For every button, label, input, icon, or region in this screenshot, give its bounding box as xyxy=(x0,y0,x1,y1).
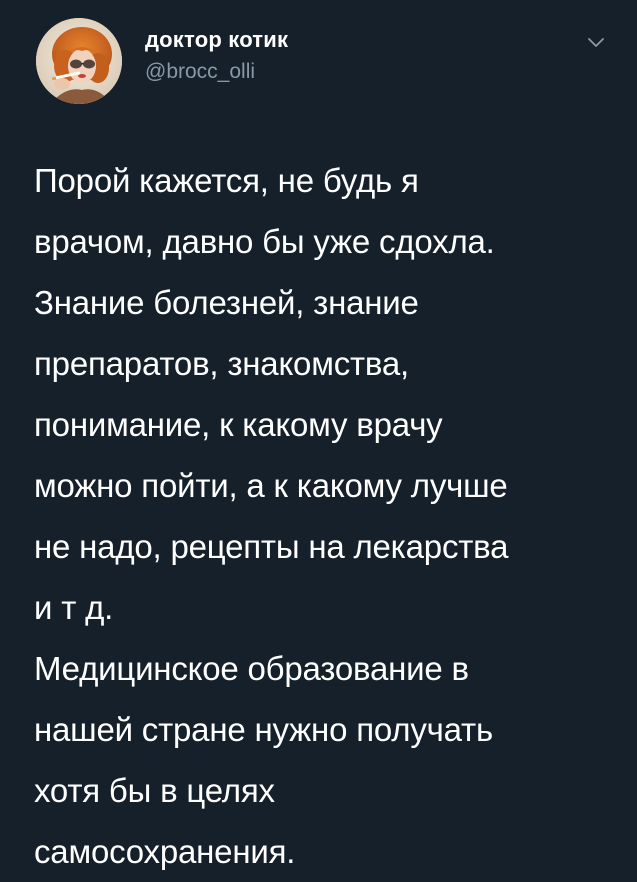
tweet: доктор котик @brocc_olli Порой кажется, … xyxy=(0,0,637,870)
tweet-text-line: нашей стране нужно получать xyxy=(34,711,493,748)
tweet-text-line: Порой кажется, не будь я xyxy=(34,162,419,199)
tweet-text: Порой кажется, не будь я врачом, давно б… xyxy=(34,150,624,882)
avatar-image xyxy=(36,18,122,104)
tweet-text-line: не надо, рецепты на лекарства xyxy=(34,528,509,565)
tweet-text-line: можно пойти, а к какому лучше xyxy=(34,467,508,504)
tweet-text-line: Знание болезней, знание xyxy=(34,284,419,321)
tweet-text-line: Медицинское образование в xyxy=(34,650,469,687)
tweet-text-line: врачом, давно бы уже сдохла. xyxy=(34,223,495,260)
chevron-down-icon[interactable] xyxy=(585,31,607,53)
tweet-text-line: хотя бы в целях xyxy=(34,772,275,809)
tweet-text-line: препаратов, знакомства, xyxy=(34,345,409,382)
author-display-name[interactable]: доктор котик xyxy=(145,27,288,53)
avatar[interactable] xyxy=(36,18,122,104)
author-handle[interactable]: @brocc_olli xyxy=(145,60,255,84)
tweet-text-line: самосохранения. xyxy=(34,833,296,870)
tweet-text-line: и т д. xyxy=(34,589,114,626)
tweet-text-line: понимание, к какому врачу xyxy=(34,406,443,443)
